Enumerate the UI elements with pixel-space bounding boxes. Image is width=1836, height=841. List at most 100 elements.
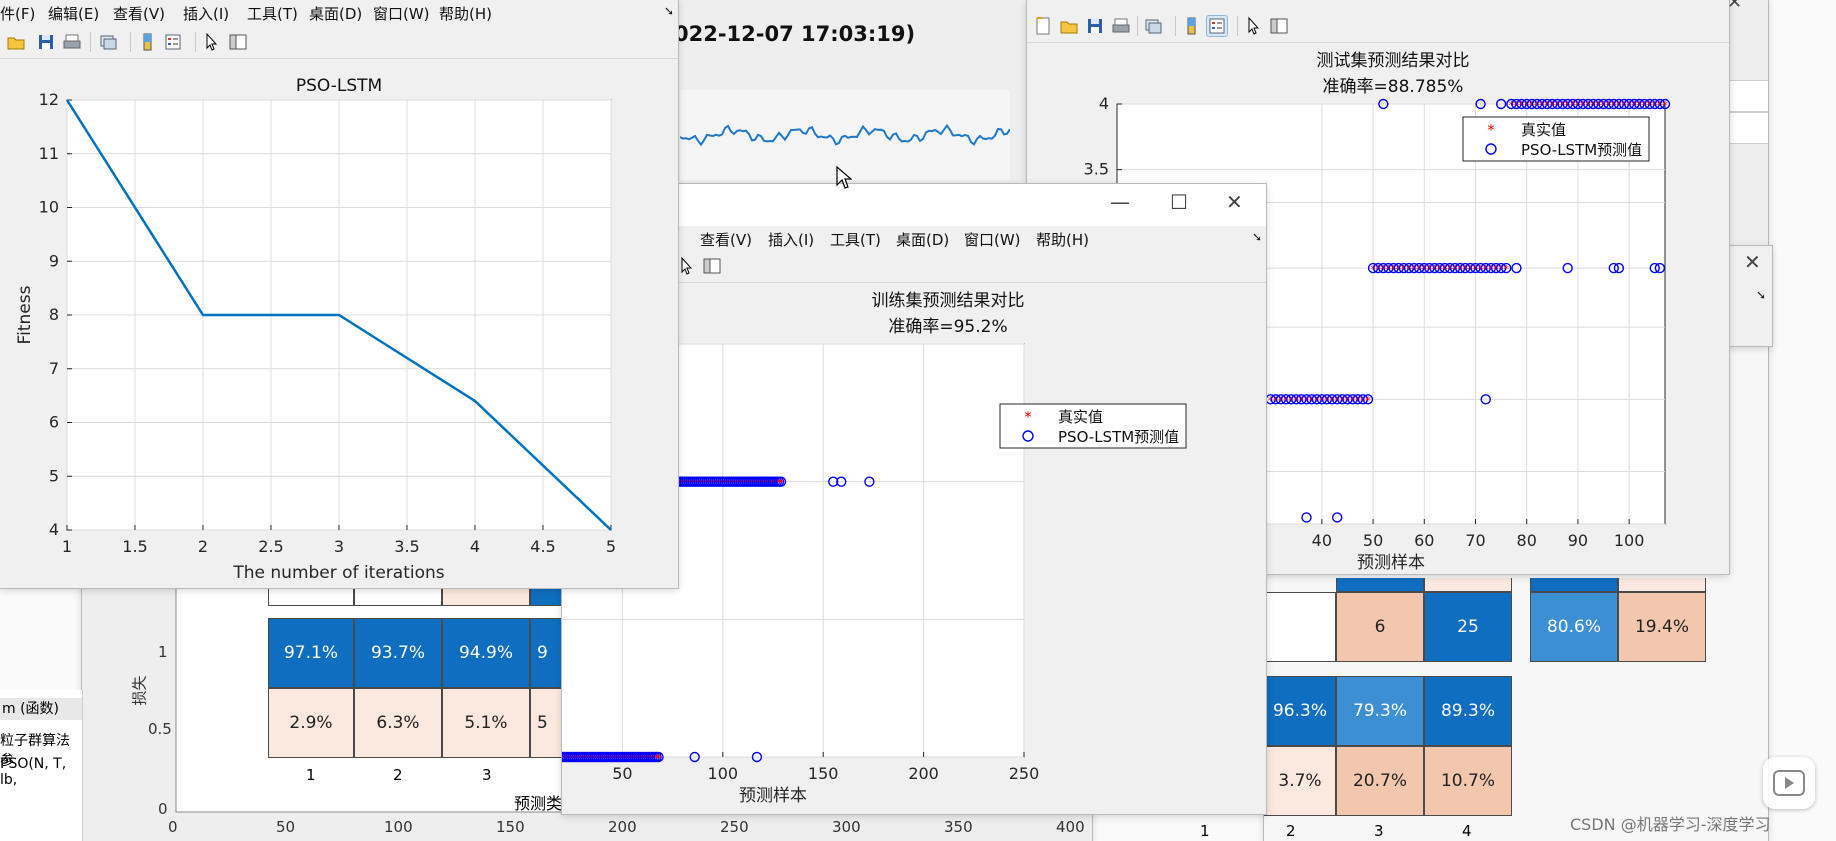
- arrow-icon[interactable]: [201, 32, 221, 52]
- cm-left-r2c3: 5.1%: [442, 688, 530, 758]
- menu-item[interactable]: 帮助(H): [439, 3, 492, 24]
- menu-item[interactable]: 桌面(D): [896, 229, 949, 250]
- dock-icon[interactable]: ➘: [664, 4, 674, 18]
- cm-right-top-b: [1424, 578, 1512, 592]
- menu-item[interactable]: 件(F): [0, 3, 35, 24]
- link-icon[interactable]: [98, 32, 118, 52]
- legend-icon[interactable]: [163, 32, 183, 52]
- cm-right-recall-3: 89.3%: [1424, 676, 1512, 746]
- close-icon[interactable]: ✕: [1226, 190, 1243, 214]
- bg-x-tick: 50: [276, 818, 296, 836]
- x-tick-label: 90: [1568, 531, 1588, 550]
- arrow-icon[interactable]: [676, 256, 696, 276]
- x-tick-label: 1: [62, 537, 72, 556]
- bg-x-tick: 0: [168, 818, 178, 836]
- cm-right-recall-2: 79.3%: [1336, 676, 1424, 746]
- y-tick-0: 0: [158, 800, 168, 818]
- menu-item[interactable]: 工具(T): [830, 229, 881, 250]
- menu-item[interactable]: 帮助(H): [1036, 229, 1089, 250]
- cbar-icon[interactable]: [137, 32, 157, 52]
- cm-right-pct-194: 19.4%: [1618, 592, 1706, 662]
- test-toolbar: [1027, 10, 1729, 43]
- x-tick-label: 100: [1614, 531, 1645, 550]
- cm-right-miss-1: 3.7%: [1264, 746, 1336, 816]
- panel-icon[interactable]: [702, 256, 722, 276]
- file-panel-line2[interactable]: PSO(N, T, lb,: [0, 756, 82, 788]
- close-icon[interactable]: ✕: [1744, 250, 1761, 274]
- y-tick-label: 5: [49, 466, 59, 485]
- bg-x-tick: 250: [720, 818, 749, 836]
- new-icon[interactable]: [1033, 16, 1053, 36]
- cm-right-count-6: 6: [1336, 592, 1424, 662]
- bg-x-tick: 400: [1056, 818, 1085, 836]
- legend-pred-label: PSO-LSTM预测值: [1058, 428, 1179, 446]
- open-icon[interactable]: [1059, 16, 1079, 36]
- menu-item[interactable]: 窗口(W): [964, 229, 1021, 250]
- save-icon[interactable]: [1085, 16, 1105, 36]
- cm-right-count-25: 25: [1424, 592, 1512, 662]
- csdn-watermark: CSDN @机器学习-深度学习: [1570, 815, 1771, 834]
- cm-left-xtick-3: 3: [482, 766, 492, 784]
- dock-icon[interactable]: ➘: [1756, 288, 1766, 302]
- true-point: *: [656, 752, 662, 765]
- panel-icon[interactable]: [1269, 16, 1289, 36]
- bg-x-tick: 100: [384, 818, 413, 836]
- y-tick-label: 8: [49, 305, 59, 324]
- toolbar-separator: [195, 32, 196, 52]
- cm-left-r1c1: 97.1%: [268, 618, 354, 688]
- fitness-menubar: 件(F) 编辑(E) 查看(V) 插入(I) 工具(T) 桌面(D) 窗口(W) 帮助(H): [0, 0, 678, 24]
- menu-item[interactable]: 查看(V): [113, 3, 165, 24]
- cbar-icon[interactable]: [1181, 16, 1201, 36]
- menu-item[interactable]: 工具(T): [247, 3, 298, 24]
- x-tick-label: 4: [470, 537, 480, 556]
- true-point: *: [778, 477, 784, 490]
- save-icon[interactable]: [36, 32, 56, 52]
- toolbar-separator: [90, 32, 91, 52]
- dock-icon[interactable]: ➘: [1252, 230, 1262, 244]
- fitness-chart: PSO-LSTM 1 1.5 2 2.5 3 3.5 4 4.5 5 4 5 6 7 8 9 10 11 12 The…: [15, 76, 616, 583]
- print-icon[interactable]: [1111, 16, 1131, 36]
- y-tick-label: 4: [49, 520, 59, 539]
- open-icon[interactable]: [6, 32, 26, 52]
- chart-subtitle: 准确率=88.785%: [1323, 77, 1464, 97]
- menu-item[interactable]: 查看(V): [700, 229, 752, 250]
- cm-left-xtick-2: 2: [393, 766, 403, 784]
- cm-right-top-d: [1618, 578, 1706, 592]
- panel-icon[interactable]: [228, 32, 248, 52]
- cm-left-xtick-1: 1: [306, 766, 316, 784]
- y-tick-label: 4: [1099, 94, 1109, 113]
- y-tick-label: 3.5: [1084, 160, 1109, 179]
- cm-left-r1c3: 94.9%: [442, 618, 530, 688]
- minimize-icon[interactable]: —: [1110, 190, 1130, 214]
- x-axis-label: 预测样本: [1357, 553, 1425, 573]
- chart-title: PSO-LSTM: [296, 76, 382, 96]
- cm-right-top-a: [1336, 578, 1424, 592]
- chart-title: 训练集预测结果对比: [872, 291, 1025, 311]
- bg-x-tick: 150: [496, 818, 525, 836]
- menu-item[interactable]: 窗口(W): [373, 3, 430, 24]
- test-close-icon[interactable]: ✕: [1727, 0, 1742, 13]
- legend-icon[interactable]: [1207, 16, 1227, 36]
- toolbar-separator: [1137, 16, 1138, 36]
- video-play-icon[interactable]: [1763, 757, 1815, 809]
- print-icon[interactable]: [62, 32, 82, 52]
- x-tick-label: 2.5: [258, 537, 283, 556]
- file-panel: m (函数) 粒子群算法参 PSO(N, T, lb,: [0, 690, 83, 841]
- y-tick-label: 9: [49, 251, 59, 270]
- cm-right-xtick-1: 1: [1200, 822, 1210, 840]
- loss-y-label: 损失: [130, 675, 149, 706]
- menu-item[interactable]: 插入(I): [768, 229, 814, 250]
- link-icon[interactable]: [1143, 16, 1163, 36]
- arrow-icon[interactable]: [1243, 16, 1263, 36]
- menu-item[interactable]: 桌面(D): [309, 3, 362, 24]
- menu-item[interactable]: 编辑(E): [48, 3, 99, 24]
- cm-left-r1c2: 93.7%: [354, 618, 442, 688]
- y-tick-05: 0.5: [148, 720, 172, 738]
- x-tick-label: 2: [198, 537, 208, 556]
- menu-item[interactable]: 插入(I): [183, 3, 229, 24]
- x-axis-label: 预测样本: [739, 786, 807, 806]
- test-menubar: [1027, 0, 1729, 10]
- true-point: *: [1365, 394, 1371, 407]
- maximize-icon[interactable]: ☐: [1170, 190, 1188, 214]
- x-tick-label: 70: [1465, 531, 1485, 550]
